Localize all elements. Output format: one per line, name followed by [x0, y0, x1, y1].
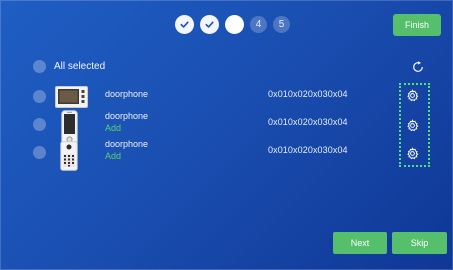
device-address: 0x010x020x030x04 — [268, 117, 348, 127]
gear-icon[interactable] — [406, 89, 419, 102]
add-device-link[interactable]: Add — [105, 123, 121, 133]
device-name: doorphone — [105, 111, 149, 121]
outdoor-station-icon — [60, 141, 78, 171]
device-row[interactable]: doorphone Add 0x010x020x030x04 — [0, 110, 453, 146]
check-icon — [205, 21, 214, 28]
finish-button[interactable]: Finish — [393, 14, 441, 36]
step-4: 4 — [250, 16, 267, 33]
next-button[interactable]: Next — [333, 232, 387, 254]
gear-icon[interactable] — [406, 119, 419, 132]
device-select-radio[interactable] — [33, 118, 46, 131]
step-3-current — [225, 15, 244, 34]
monitor-device-icon — [55, 86, 88, 108]
device-select-radio[interactable] — [33, 90, 46, 103]
skip-button[interactable]: Skip — [392, 232, 447, 254]
device-name: doorphone — [105, 139, 149, 149]
step-5: 5 — [273, 16, 290, 33]
select-all-radio[interactable] — [33, 60, 46, 73]
add-device-link[interactable]: Add — [105, 151, 121, 161]
gear-icon[interactable] — [406, 147, 419, 160]
select-all-label: All selected — [54, 61, 106, 72]
check-icon — [180, 21, 189, 28]
device-address: 0x010x020x030x04 — [268, 89, 348, 99]
device-row[interactable]: doorphone Add 0x010x020x030x04 — [0, 138, 453, 171]
device-row[interactable]: doorphone 0x010x020x030x04 — [0, 83, 453, 111]
device-select-radio[interactable] — [33, 146, 46, 159]
step-2-complete — [200, 15, 219, 34]
select-all-row[interactable]: All selected — [33, 60, 105, 73]
device-name: doorphone — [105, 89, 149, 99]
device-address: 0x010x020x030x04 — [268, 145, 348, 155]
step-1-complete — [175, 15, 194, 34]
refresh-icon[interactable] — [412, 61, 424, 73]
step-indicator: 4 5 — [175, 15, 290, 34]
